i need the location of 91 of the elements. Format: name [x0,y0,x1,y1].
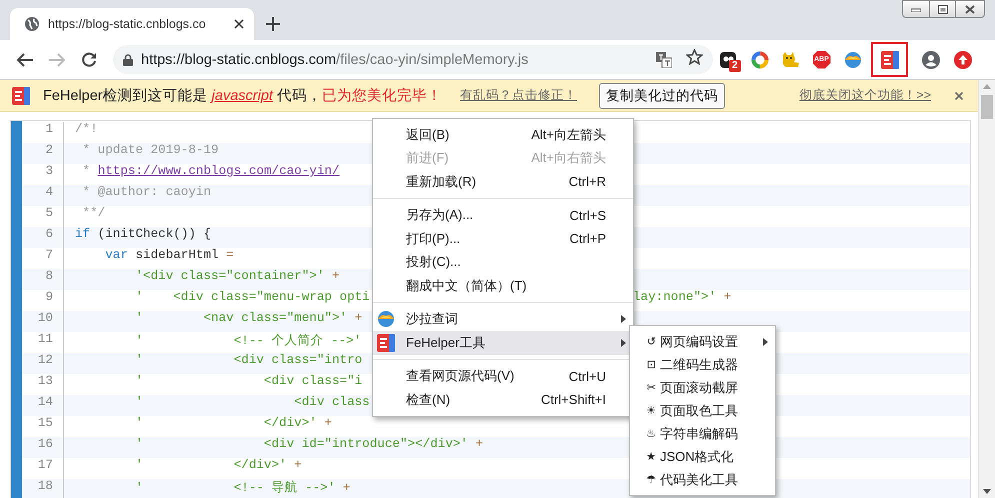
menu-item[interactable]: ☀ 页面取色工具 [630,399,775,422]
star-icon[interactable] [686,49,703,65]
code-line: ' </div>' + [134,416,332,430]
update-icon[interactable] [954,50,972,68]
menu-item[interactable]: 返回(B) Alt+向左箭头 [373,123,633,146]
submenu-arrow-icon [621,338,626,347]
maximize-button[interactable] [930,0,956,18]
menu-item[interactable]: 打印(P)... Ctrl+P [373,227,633,250]
logo-icon [12,86,30,104]
menu-item[interactable]: ⊡ 二维码生成器 [630,353,775,376]
bowl-icon [844,50,862,68]
menu-icon: ☀ [646,404,656,418]
maximize-icon [938,4,948,14]
menu-item[interactable]: 查看网页源代码(V) Ctrl+U [373,364,633,388]
menu-item[interactable]: 投射(C)... [373,250,633,274]
forward-arrow-icon [49,52,65,66]
code-line: **/ [82,206,106,220]
tab-title: https://blog-static.cnblogs.co [48,17,207,31]
code-line: ' <div class="intro [134,353,362,367]
submenu-arrow-icon [621,315,626,324]
code-fragment: lay:none">' + [633,290,732,304]
minimize-icon [911,6,921,12]
code-line: ' <div class="i [134,374,362,388]
code-line: ' <!-- 个人简介 -->' [134,334,362,348]
profile-icon[interactable] [922,50,940,68]
code-line: * @author: caoyin [82,185,212,199]
menu-item[interactable]: 检查(N) Ctrl+Shift+I [373,388,633,412]
line-number: 2 [22,143,64,164]
back-arrow-icon [17,52,33,66]
new-tab-icon[interactable] [266,17,280,31]
menu-item[interactable]: ★ JSON格式化 [630,445,775,468]
code-line: /*! [75,122,98,136]
code-line: ' </div>' + [134,458,302,472]
code-line: ' <!-- 导航 -->' + [134,481,350,495]
menu-icon: ✂ [646,380,656,394]
menu-icon: ⊡ [646,358,656,372]
fix-encoding-link[interactable]: 有乱码？点击修正！ [460,87,599,104]
line-number: 4 [22,185,64,206]
menu-item[interactable]: ↺ 网页编码设置 [630,330,775,353]
code-line: ' <nav class="menu">' + [134,311,362,325]
menu-item[interactable]: 沙拉查词 [373,308,633,331]
menu-icon: ↺ [646,334,656,348]
address-bar[interactable]: https://blog-static.cnblogs.com/files/cao-yin/simpleMemory.js [113,45,713,74]
globe-icon [24,16,40,32]
notification-badge: 2 [729,60,741,72]
submenu-arrow-icon [763,338,768,346]
line-number: 8 [22,269,64,290]
line-number: 14 [22,395,64,416]
translate-icon[interactable] [656,52,672,68]
code-line: var sidebarHtml = [104,248,234,262]
extension-button[interactable]: 2 [713,44,744,76]
logo-icon [377,334,395,352]
menu-item[interactable]: 重新加载(R) Ctrl+R [373,170,633,194]
browser-tab[interactable]: https://blog-static.cnblogs.co [10,8,254,40]
code-line: * https://www.cnblogs.com/cao-yin/ [82,164,340,178]
bowl-icon [377,310,395,328]
cat-icon [780,50,800,68]
scroll-down-icon[interactable] [983,489,991,494]
line-number: 6 [22,227,64,248]
code-line: if (initCheck()) { [75,227,212,241]
menu-item[interactable]: 翻成中文（简体）(T) [373,274,633,298]
close-icon [965,4,975,14]
menu-icon: ♨ [646,426,656,440]
code-line: ' <div class [134,395,370,409]
scroll-thumb[interactable] [981,95,993,119]
copy-code-button[interactable]: 复制美化过的代码 [599,82,725,108]
code-line: ' <div id="introduce"></div>' + [134,437,484,451]
code-line: ' <div class="menu-wrap opti [134,290,370,304]
close-icon[interactable] [234,19,244,29]
menu-item[interactable]: ♨ 字符串编解码 [630,422,775,445]
info-message: FeHelper检测到这可能是 javascript 代码，已为您美化完毕！ [43,86,443,105]
ring-icon [750,50,768,68]
code-line: * update 2019-8-19 [82,143,219,157]
menu-item[interactable]: 另存为(A)... Ctrl+S [373,204,633,227]
menu-item[interactable]: ✂ 页面滚动截屏 [630,376,775,399]
menu-icon: ★ [646,450,656,464]
logo-icon [880,50,898,68]
close-button[interactable] [956,0,985,18]
address-text: https://blog-static.cnblogs.com/files/cao-yin/simpleMemory.js [141,52,530,68]
lock-icon [123,54,133,66]
line-number: 10 [22,311,64,332]
reload-icon [81,52,97,68]
menu-icon: ☂ [646,472,656,486]
line-number: 16 [22,437,64,458]
extension-button[interactable] [871,42,908,77]
disable-feature-link[interactable]: 彻底关闭这个功能！>> [799,87,931,104]
menu-item[interactable]: ☂ 代码美化工具 [630,468,775,491]
code-line: '<div class="container">' + [134,269,340,283]
line-number: 12 [22,353,64,374]
minimize-button[interactable] [902,0,930,18]
line-number: 18 [22,479,64,498]
